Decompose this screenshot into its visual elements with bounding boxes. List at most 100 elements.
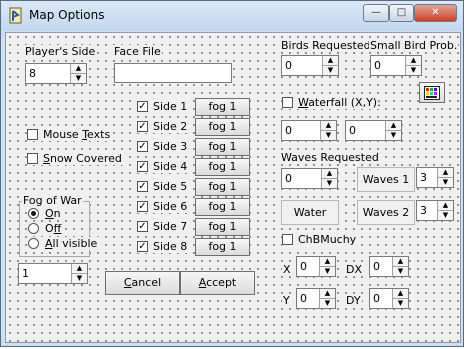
- checkmark-icon[interactable]: ✓: [137, 101, 148, 112]
- side-5-fog-button[interactable]: fog 1: [195, 178, 250, 196]
- side-6-fog-button[interactable]: fog 1: [195, 198, 250, 216]
- side-2-checkbox[interactable]: ✓ Side 2: [137, 120, 190, 133]
- side-2-fog-button[interactable]: fog 1: [195, 118, 250, 136]
- x-spinner[interactable]: 0 ▲ ▼: [296, 256, 336, 277]
- cancel-button[interactable]: Cancel: [105, 271, 180, 295]
- spinner-arrows[interactable]: ▲ ▼: [437, 201, 453, 220]
- waterfall-checkbox[interactable]: Waterfall (X,Y):: [282, 96, 383, 109]
- fog-level-spinner[interactable]: 1 ▲ ▼: [18, 263, 88, 284]
- chbmuchy-checkbox[interactable]: ChBMuchy: [282, 233, 359, 246]
- face-file-input[interactable]: [114, 63, 232, 83]
- palette-button[interactable]: [419, 82, 445, 103]
- fog-on-radio[interactable]: On: [28, 207, 63, 220]
- side-4-fog-button[interactable]: fog 1: [195, 158, 250, 176]
- spin-up-icon[interactable]: ▲: [393, 257, 408, 267]
- close-button[interactable]: ✕: [414, 4, 457, 22]
- players-side-spinner[interactable]: 8 ▲ ▼: [25, 63, 87, 84]
- fog-all-visible-radio[interactable]: All visible: [28, 237, 100, 250]
- waves-2-spinner[interactable]: 3 ▲ ▼: [416, 200, 454, 221]
- mouse-texts-checkbox[interactable]: Mouse Texts: [27, 128, 113, 141]
- spin-up-icon[interactable]: ▲: [438, 168, 453, 178]
- side-1-fog-button[interactable]: fog 1: [195, 98, 250, 116]
- snow-covered-checkbox[interactable]: Snow Covered: [27, 152, 124, 165]
- mouse-texts-box[interactable]: [27, 129, 38, 140]
- birds-requested-spinner[interactable]: 0 ▲ ▼: [281, 55, 339, 76]
- title-bar[interactable]: Map Options — □ ✕: [1, 1, 463, 31]
- maximize-button[interactable]: □: [389, 4, 414, 22]
- side-3-fog-button[interactable]: fog 1: [195, 138, 250, 156]
- checkmark-icon[interactable]: ✓: [137, 121, 148, 132]
- spinner-arrows[interactable]: ▲ ▼: [321, 169, 337, 188]
- waterfall-box[interactable]: [282, 97, 293, 108]
- spin-up-icon[interactable]: ▲: [72, 264, 87, 274]
- spin-down-icon[interactable]: ▼: [320, 267, 335, 276]
- x-value: 0: [300, 260, 307, 273]
- spinner-arrows[interactable]: ▲ ▼: [405, 56, 421, 75]
- players-side-label: Player's Side: [24, 45, 97, 58]
- side-1-checkbox[interactable]: ✓ Side 1: [137, 100, 190, 113]
- spinner-arrows[interactable]: ▲ ▼: [392, 289, 408, 308]
- spin-down-icon[interactable]: ▼: [393, 267, 408, 276]
- fog-all-visible-radio-circle[interactable]: [28, 238, 39, 249]
- spin-up-icon[interactable]: ▲: [393, 289, 408, 299]
- waterfall-x-spinner[interactable]: 0 ▲ ▼: [281, 120, 337, 141]
- spin-up-icon[interactable]: ▲: [71, 64, 86, 74]
- spinner-arrows[interactable]: ▲ ▼: [319, 289, 335, 308]
- spin-down-icon[interactable]: ▼: [321, 131, 336, 140]
- dx-spinner[interactable]: 0 ▲ ▼: [369, 256, 409, 277]
- side-4-checkbox[interactable]: ✓ Side 4: [137, 160, 190, 173]
- spin-down-icon[interactable]: ▼: [438, 211, 453, 220]
- side-3-checkbox[interactable]: ✓ Side 3: [137, 140, 190, 153]
- spinner-arrows[interactable]: ▲ ▼: [320, 121, 336, 140]
- snow-covered-box[interactable]: [27, 153, 38, 164]
- checkmark-icon[interactable]: ✓: [137, 241, 148, 252]
- spin-up-icon[interactable]: ▲: [321, 121, 336, 131]
- side-5-checkbox[interactable]: ✓ Side 5: [137, 180, 190, 193]
- side-8-fog-button[interactable]: fog 1: [195, 238, 250, 256]
- checkmark-icon[interactable]: ✓: [137, 181, 148, 192]
- spin-up-icon[interactable]: ▲: [406, 56, 421, 66]
- checkmark-icon[interactable]: ✓: [137, 221, 148, 232]
- spin-up-icon[interactable]: ▲: [438, 201, 453, 211]
- spin-down-icon[interactable]: ▼: [72, 274, 87, 283]
- fog-off-radio-circle[interactable]: [28, 223, 39, 234]
- spin-up-icon[interactable]: ▲: [320, 257, 335, 267]
- spin-down-icon[interactable]: ▼: [386, 131, 401, 140]
- spinner-arrows[interactable]: ▲ ▼: [70, 64, 86, 83]
- spin-down-icon[interactable]: ▼: [322, 179, 337, 188]
- chbmuchy-box[interactable]: [282, 234, 293, 245]
- spinner-arrows[interactable]: ▲ ▼: [319, 257, 335, 276]
- waterfall-y-spinner[interactable]: 0 ▲ ▼: [345, 120, 402, 141]
- side-8-checkbox[interactable]: ✓ Side 8: [137, 240, 190, 253]
- spin-down-icon[interactable]: ▼: [323, 66, 338, 75]
- spin-up-icon[interactable]: ▲: [386, 121, 401, 131]
- waves-requested-spinner[interactable]: 0 ▲ ▼: [281, 168, 338, 189]
- fog-off-radio[interactable]: Off: [28, 222, 64, 235]
- spin-down-icon[interactable]: ▼: [71, 74, 86, 83]
- accept-button[interactable]: Accept: [180, 271, 255, 295]
- side-7-checkbox[interactable]: ✓ Side 7: [137, 220, 190, 233]
- spinner-arrows[interactable]: ▲ ▼: [71, 264, 87, 283]
- waves-1-spinner[interactable]: 3 ▲ ▼: [416, 167, 454, 188]
- spin-down-icon[interactable]: ▼: [393, 299, 408, 308]
- spin-up-icon[interactable]: ▲: [322, 169, 337, 179]
- checkmark-icon[interactable]: ✓: [137, 161, 148, 172]
- spinner-arrows[interactable]: ▲ ▼: [322, 56, 338, 75]
- checkmark-icon[interactable]: ✓: [137, 141, 148, 152]
- fog-on-radio-circle[interactable]: [28, 208, 39, 219]
- dy-spinner[interactable]: 0 ▲ ▼: [369, 288, 409, 309]
- minimize-button[interactable]: —: [363, 4, 389, 22]
- spin-down-icon[interactable]: ▼: [320, 299, 335, 308]
- y-spinner[interactable]: 0 ▲ ▼: [296, 288, 336, 309]
- small-bird-prob-spinner[interactable]: 0 ▲ ▼: [370, 55, 422, 76]
- spin-up-icon[interactable]: ▲: [323, 56, 338, 66]
- spin-down-icon[interactable]: ▼: [438, 178, 453, 187]
- side-7-fog-button[interactable]: fog 1: [195, 218, 250, 236]
- spinner-arrows[interactable]: ▲ ▼: [392, 257, 408, 276]
- side-6-checkbox[interactable]: ✓ Side 6: [137, 200, 190, 213]
- spinner-arrows[interactable]: ▲ ▼: [437, 168, 453, 187]
- spin-up-icon[interactable]: ▲: [320, 289, 335, 299]
- spin-down-icon[interactable]: ▼: [406, 66, 421, 75]
- spinner-arrows[interactable]: ▲ ▼: [385, 121, 401, 140]
- checkmark-icon[interactable]: ✓: [137, 201, 148, 212]
